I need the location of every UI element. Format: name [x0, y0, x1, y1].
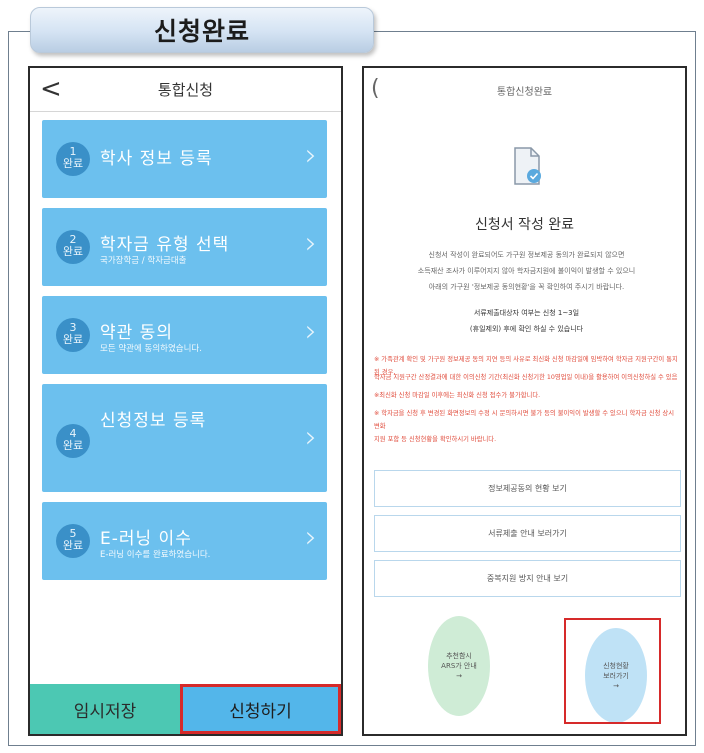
step-item-3[interactable]: 3 완료 약관 동의 모든 약관에 동의하였습니다. ›	[42, 296, 327, 374]
step-item-4[interactable]: 4 완료 신청정보 등록 ›	[42, 384, 327, 492]
right-phone-header: ( 통합신청완료	[364, 68, 685, 112]
step-subtitle-3: 모든 약관에 동의하였습니다.	[100, 344, 202, 354]
left-phone-title: 통합신청	[157, 81, 214, 99]
step-title-5: E-러닝 이수	[100, 529, 192, 549]
warning-line-5: 지원 포함 등 신청현황을 확인하시기 바랍니다.	[374, 436, 497, 443]
chevron-right-icon: ›	[305, 520, 317, 555]
chevron-right-icon: ›	[305, 226, 317, 261]
right-phone-screen: ( 통합신청완료 신청서 작성 완료 신청서 작성이 완료되어도 가구원 정보제…	[362, 66, 687, 736]
left-phone-header: < 통합신청	[30, 68, 341, 112]
ars-guide-button[interactable]: 추천함시 ARS가 안내 →	[428, 616, 490, 716]
document-check-icon	[514, 147, 541, 185]
step-badge-5: 5 완료	[56, 524, 90, 558]
chevron-right-icon: ›	[305, 314, 317, 349]
warning-line-3: ※최신화 신청 마감일 이후에는 최신화 신청 접수가 불가합니다.	[374, 392, 541, 399]
bottom-action-bar: 임시저장 신청하기	[30, 684, 341, 734]
description-line-2: 소득재산 조사가 이루어지지 않아 학자금지원에 불이익이 발생할 수 있으니	[417, 267, 636, 275]
left-phone-screen: < 통합신청 1 완료 학사 정보 등록 › 2 완료 학자금 유형 선택 국가장학…	[28, 66, 343, 736]
notice-line-1: 서류제출대상자 여부는 신청 1~3일	[473, 309, 580, 317]
temp-save-button[interactable]: 임시저장	[30, 684, 180, 734]
step-item-5[interactable]: 5 완료 E-러닝 이수 E-러닝 이수를 완료하였습니다. ›	[42, 502, 327, 580]
page-title: 신청완료	[30, 7, 374, 53]
chevron-right-icon: ›	[305, 420, 317, 455]
step-subtitle-5: E-러닝 이수를 완료하였습니다.	[100, 550, 211, 560]
description-line-1: 신청서 작성이 완료되어도 가구원 정보제공 동의가 완료되지 않으면	[428, 251, 625, 259]
step-item-2[interactable]: 2 완료 학자금 유형 선택 국가장학금 / 학자금대출 ›	[42, 208, 327, 286]
step-subtitle-2: 국가장학금 / 학자금대출	[100, 256, 187, 266]
apply-button[interactable]: 신청하기	[180, 684, 341, 734]
step-title-4: 신청정보 등록	[100, 411, 207, 431]
step-title-3: 약관 동의	[100, 323, 173, 343]
step-title-1: 학사 정보 등록	[100, 149, 213, 169]
document-submission-link[interactable]: 서류제출 안내 보러가기	[374, 515, 681, 552]
highlight-box	[564, 618, 661, 724]
back-arrow-icon[interactable]: (	[371, 76, 380, 101]
step-badge-1: 1 완료	[56, 142, 90, 176]
step-badge-2: 2 완료	[56, 230, 90, 264]
notice-line-2: (휴일제외) 후에 확인 하실 수 있습니다	[469, 325, 584, 333]
warning-line-4: ※ 학자금을 신청 후 변경된 화면정보의 수정 시 문의하시면 불가 등의 불…	[374, 410, 674, 430]
right-phone-title: 통합신청완료	[496, 86, 553, 98]
description-line-3: 아래의 가구원 '정보제공 동의현황'을 꼭 확인하여 주시기 바랍니다.	[428, 283, 625, 291]
chevron-right-icon: ›	[305, 138, 317, 173]
completion-heading: 신청서 작성 완료	[474, 217, 575, 233]
duplicate-prevention-link[interactable]: 중복지원 방지 안내 보기	[374, 560, 681, 597]
step-title-2: 학자금 유형 선택	[100, 235, 230, 255]
step-badge-4: 4 완료	[56, 424, 90, 458]
step-badge-3: 3 완료	[56, 318, 90, 352]
step-item-1[interactable]: 1 완료 학사 정보 등록 ›	[42, 120, 327, 198]
warning-line-2: 학자금 지원구간 산정결과에 대한 이의신청 기간(최신화 신청기한 10영업일…	[374, 374, 678, 381]
consent-status-link[interactable]: 정보제공동의 현황 보기	[374, 470, 681, 507]
back-arrow-icon[interactable]: <	[40, 74, 62, 104]
